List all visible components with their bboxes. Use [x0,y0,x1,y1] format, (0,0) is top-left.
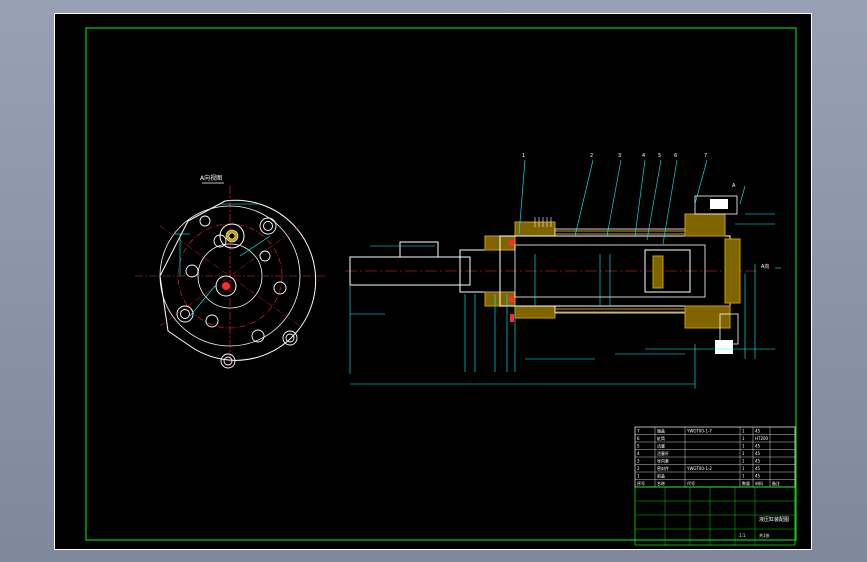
balloon-1: 1 [522,153,525,159]
balloon-7: 7 [704,153,707,159]
parts-cell-no: 7 [637,429,640,434]
a-mark: A [732,183,736,189]
parts-cell-name: 密封件 [657,465,669,471]
parts-cell-no: 5 [637,444,640,449]
parts-cell-qty: 1 [742,451,745,456]
parts-cell-name: 前盖 [657,473,665,479]
balloon-4: 4 [642,153,645,159]
balloon-2: 2 [590,153,593,159]
balloon-6: 6 [674,153,677,159]
parts-cell-mat: 45 [755,466,761,471]
cad-drawing: A向视图 1 2 3 4 5 6 7 A A向 7 端盖 YWGT00-1-7 … [85,27,797,546]
parts-cell-no: 6 [637,436,640,441]
parts-header-mat: 材料 [755,480,763,486]
drawing-title: 液压缸装配图 [759,516,789,523]
parts-cell-name: 端盖 [657,428,665,434]
drawing-sheet-count: 共1张 [759,532,770,538]
parts-cell-name: 活塞 [657,443,665,449]
section-view[interactable]: 1 2 3 4 5 6 7 A A向 [345,153,781,389]
parts-header-name: 名称 [657,480,665,486]
parts-header-qty: 数量 [742,480,750,486]
parts-cell-no: 2 [637,466,640,471]
parts-cell-mat: HT200 [755,436,769,441]
parts-cell-code: YWGT00-1-2 [686,466,712,471]
parts-cell-qty: 1 [742,429,745,434]
parts-cell-qty: 1 [742,459,745,464]
parts-cell-qty: 1 [742,436,745,441]
parts-header-note: 备注 [772,480,780,486]
parts-cell-name: 活塞杆 [657,450,669,456]
title-frame [634,486,796,546]
parts-cell-mat: 45 [755,429,761,434]
cad-viewport[interactable]: A向视图 1 2 3 4 5 6 7 A A向 7 端盖 YWGT00-1-7 … [0,0,867,562]
balloon-3: 3 [618,153,621,159]
drawing-sheet[interactable]: A向视图 1 2 3 4 5 6 7 A A向 7 端盖 YWGT00-1-7 … [54,13,812,550]
parts-header-code: 代号 [687,480,695,486]
parts-cell-qty: 1 [742,474,745,479]
parts-cell-qty: 1 [742,444,745,449]
parts-cell-mat: 45 [755,444,761,449]
parts-cell-no: 4 [637,451,640,456]
a-arrow-label: A向 [761,263,769,270]
parts-cell-no: 1 [637,474,640,479]
title-block[interactable]: 7 端盖 YWGT00-1-7 1 45 6 缸筒 1 HT200 5 活塞 1 45 4 活塞杆 1 45 3 导… [634,426,796,546]
parts-cell-code: YWGT00-1-7 [686,429,712,434]
parts-cell-name: 导向套 [657,458,669,464]
parts-cell-mat: 45 [755,474,761,479]
parts-cell-mat: 45 [755,451,761,456]
parts-cell-mat: 45 [755,459,761,464]
view-label: A向视图 [200,174,222,182]
drawing-scale: 1:1 [739,533,746,538]
parts-header-no: 序号 [637,480,645,486]
parts-cell-no: 3 [637,459,640,464]
end-view[interactable]: A向视图 [135,174,325,369]
balloon-5: 5 [658,153,661,159]
parts-cell-name: 缸筒 [657,435,665,441]
parts-cell-qty: 1 [742,466,745,471]
